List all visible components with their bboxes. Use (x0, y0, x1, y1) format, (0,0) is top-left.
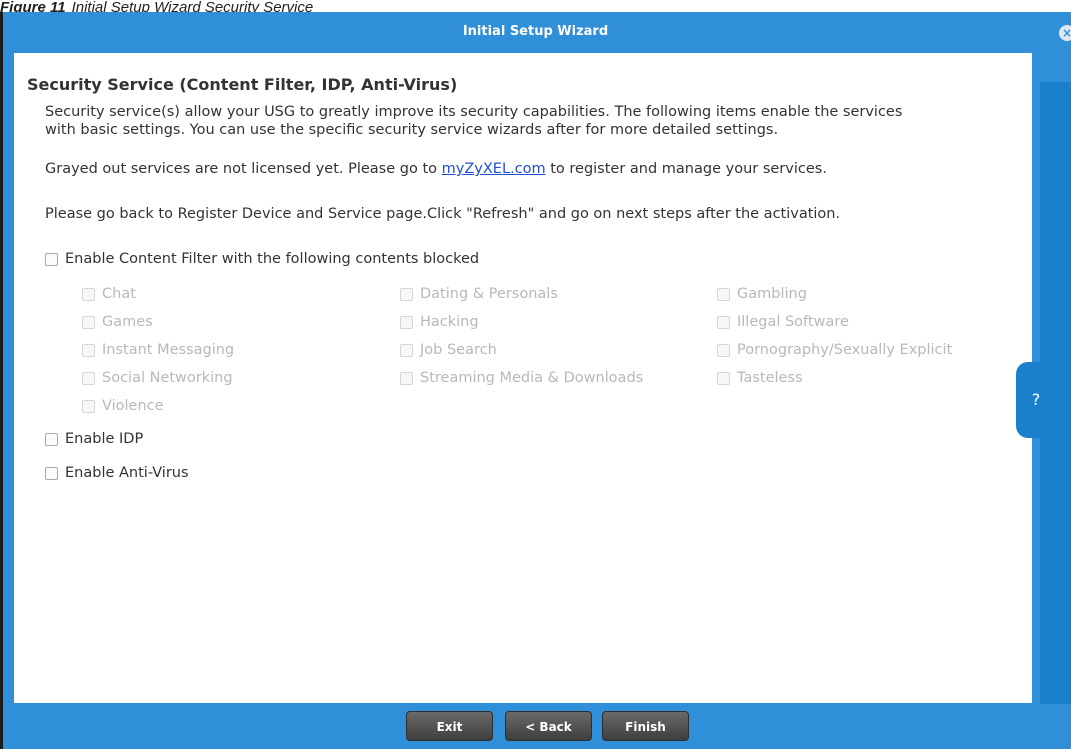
license-note: Grayed out services are not licensed yet… (45, 160, 827, 178)
setup-wizard-dialog: Initial Setup Wizard × Security Service … (0, 12, 1071, 749)
category-label: Streaming Media & Downloads (420, 370, 644, 386)
category-label: Dating & Personals (420, 286, 558, 302)
category-label: Pornography/Sexually Explicit (737, 342, 953, 358)
category-job-search: Job Search (400, 342, 497, 358)
category-checkbox (400, 315, 413, 329)
button-bar: Exit < Back Finish (0, 703, 1071, 749)
category-chat: Chat (82, 286, 136, 302)
category-label: Violence (102, 398, 164, 414)
section-title: Security Service (Content Filter, IDP, A… (27, 75, 458, 94)
category-checkbox (82, 287, 95, 301)
anti-virus-checkbox[interactable] (45, 466, 58, 480)
idp-checkbox[interactable] (45, 432, 58, 446)
category-checkbox (400, 371, 413, 385)
idp-label: Enable IDP (65, 431, 144, 447)
category-checkbox (82, 399, 95, 413)
category-checkbox (717, 287, 730, 301)
category-checkbox (717, 315, 730, 329)
figure-caption: Figure 11 Initial Setup Wizard Security S… (0, 0, 1071, 12)
category-instant-messaging: Instant Messaging (82, 342, 234, 358)
category-streaming-media: Streaming Media & Downloads (400, 370, 643, 386)
exit-button[interactable]: Exit (406, 711, 493, 741)
finish-button[interactable]: Finish (602, 711, 689, 741)
category-checkbox (717, 371, 730, 385)
category-violence: Violence (82, 398, 164, 414)
category-dating: Dating & Personals (400, 286, 558, 302)
category-social-networking: Social Networking (82, 370, 233, 386)
category-label: Job Search (420, 342, 497, 358)
category-tasteless: Tasteless (717, 370, 803, 386)
category-hacking: Hacking (400, 314, 479, 330)
category-gambling: Gambling (717, 286, 807, 302)
wizard-content-panel: Security Service (Content Filter, IDP, A… (14, 53, 1032, 703)
category-label: Gambling (737, 286, 807, 302)
category-pornography: Pornography/Sexually Explicit (717, 342, 952, 358)
category-illegal-software: Illegal Software (717, 314, 849, 330)
intro-text-line-1: Security service(s) allow your USG to gr… (45, 104, 903, 120)
license-note-suffix: to register and manage your services. (545, 161, 827, 177)
anti-virus-option[interactable]: Enable Anti-Virus (45, 465, 189, 481)
content-filter-checkbox[interactable] (45, 252, 58, 266)
category-label: Illegal Software (737, 314, 849, 330)
category-label: Instant Messaging (102, 342, 235, 358)
category-checkbox (82, 343, 95, 357)
category-checkbox (400, 343, 413, 357)
category-label: Hacking (420, 314, 479, 330)
content-filter-label: Enable Content Filter with the following… (65, 251, 480, 267)
back-button[interactable]: < Back (505, 711, 592, 741)
category-label: Tasteless (737, 370, 803, 386)
idp-option[interactable]: Enable IDP (45, 431, 143, 447)
figure-caption-text: Initial Setup Wizard Security Service (71, 0, 314, 12)
content-filter-option[interactable]: Enable Content Filter with the following… (45, 251, 479, 267)
dialog-title: Initial Setup Wizard (462, 24, 609, 39)
anti-virus-label: Enable Anti-Virus (65, 465, 189, 481)
category-games: Games (82, 314, 153, 330)
category-checkbox (82, 371, 95, 385)
license-note-prefix: Grayed out services are not licensed yet… (45, 161, 442, 177)
category-checkbox (717, 343, 730, 357)
category-checkbox (82, 315, 95, 329)
category-checkbox (400, 287, 413, 301)
category-label: Social Networking (102, 370, 233, 386)
myzyxel-link[interactable]: myZyXEL.com (442, 161, 546, 177)
activation-note: Please go back to Register Device and Se… (45, 206, 841, 222)
intro-text-line-2: with basic settings. You can use the spe… (45, 122, 779, 138)
figure-number: Figure 11 (0, 0, 66, 12)
category-label: Games (102, 314, 153, 330)
category-label: Chat (102, 286, 136, 302)
help-tab[interactable]: ? (1016, 362, 1056, 438)
close-icon[interactable]: × (1059, 25, 1071, 41)
